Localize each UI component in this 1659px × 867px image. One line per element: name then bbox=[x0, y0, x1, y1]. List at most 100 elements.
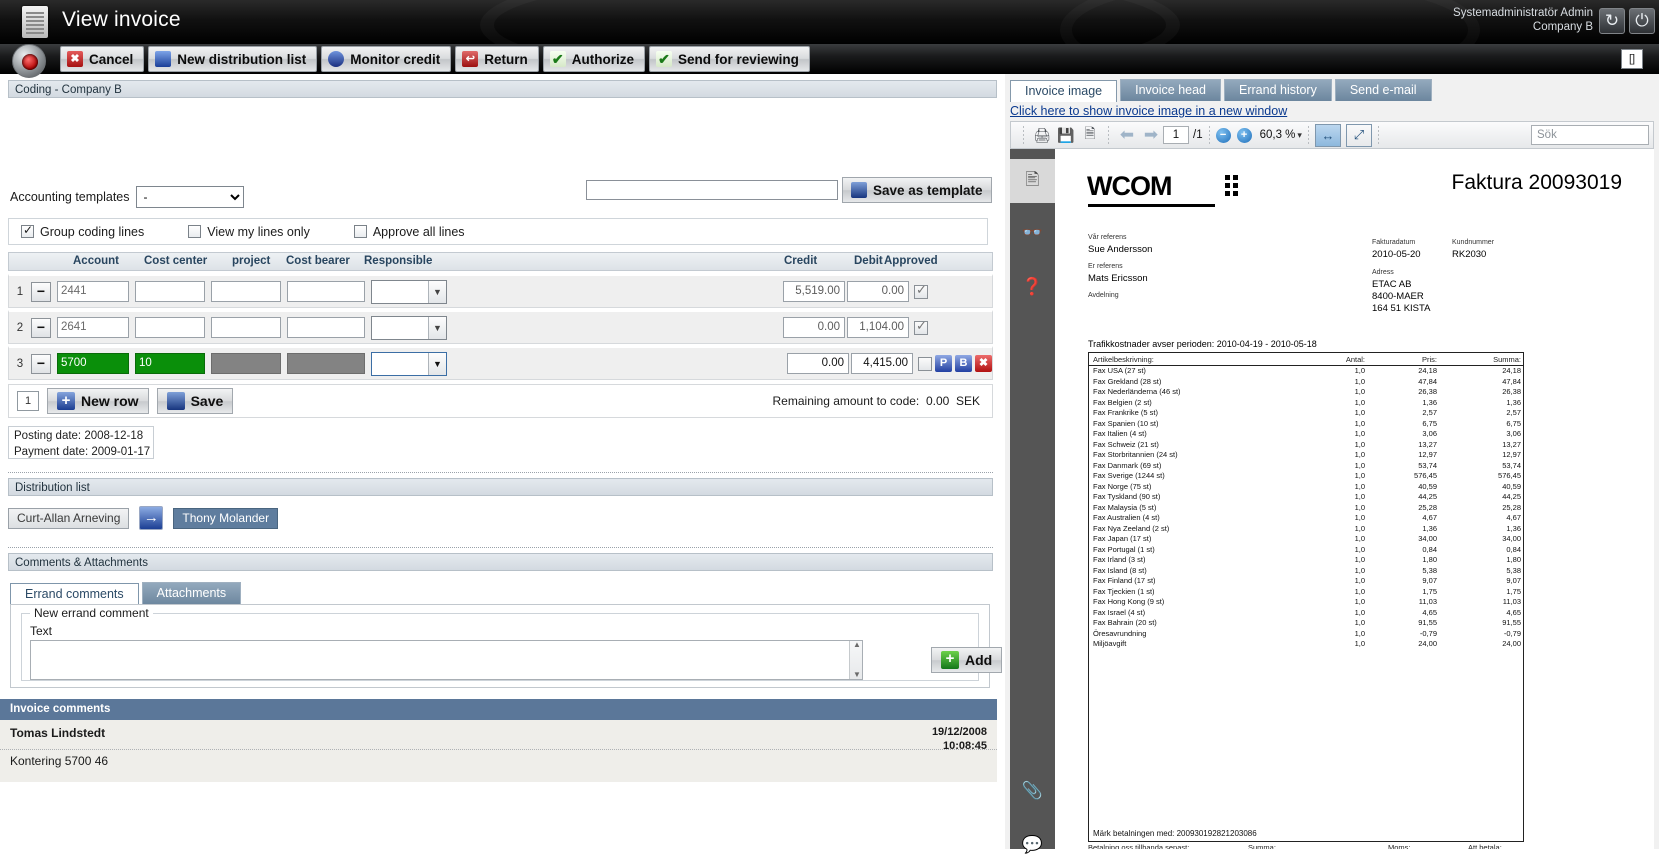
return-button[interactable]: ↩ Return bbox=[455, 46, 539, 72]
arrow-right-icon[interactable]: → bbox=[139, 506, 164, 530]
print-icon[interactable]: 🖨 bbox=[1030, 124, 1054, 146]
template-name-input[interactable] bbox=[586, 180, 838, 200]
search-input[interactable]: Sök bbox=[1531, 125, 1649, 145]
new-row-button[interactable]: + New row bbox=[47, 388, 149, 414]
viewer-tabs: Invoice image Invoice head Errand histor… bbox=[1010, 79, 1432, 102]
zoom-in-icon[interactable]: + bbox=[1236, 127, 1252, 143]
textarea-scrollbar[interactable]: ▲ ▼ bbox=[849, 640, 862, 679]
help-icon[interactable]: ❓ bbox=[1010, 265, 1055, 309]
credit-field[interactable]: 0.00 bbox=[783, 317, 845, 338]
attachment-icon[interactable]: 📎 bbox=[1010, 769, 1055, 813]
comment-text: Kontering 5700 46 bbox=[10, 754, 109, 768]
open-in-new-window-link[interactable]: Click here to show invoice image in a ne… bbox=[1010, 104, 1287, 118]
delete-row-button[interactable]: ✖ bbox=[975, 355, 992, 372]
credit-field[interactable]: 0.00 bbox=[787, 353, 849, 374]
zoom-chevron-down-icon[interactable]: ▾ bbox=[1297, 130, 1302, 141]
new-row-count-input[interactable]: 1 bbox=[17, 391, 39, 411]
comments-icon[interactable]: 💬 bbox=[1010, 823, 1055, 867]
debit-field[interactable]: 1,104.00 bbox=[847, 317, 909, 338]
post-button[interactable]: P bbox=[935, 355, 952, 372]
previous-page-icon[interactable]: ⬅ bbox=[1115, 124, 1139, 146]
page-number-input[interactable]: 1 bbox=[1163, 126, 1189, 144]
invoice-item-price: 24,18 bbox=[1418, 366, 1437, 375]
invoice-item-desc: Fax Grekland (28 st) bbox=[1093, 376, 1162, 386]
new-distribution-list-button[interactable]: New distribution list bbox=[148, 46, 318, 72]
our-reference-label: Vår referens bbox=[1088, 234, 1127, 241]
invoice-meta-left: Fakturadatum 2010-05-20 Adress ETAC AB 8… bbox=[1372, 237, 1430, 315]
invoice-item-price: 0,84 bbox=[1422, 544, 1437, 554]
responsible-select[interactable]: ▼ bbox=[371, 279, 447, 304]
approved-checkbox[interactable] bbox=[918, 356, 932, 371]
cost-center-field[interactable]: 10 bbox=[135, 353, 205, 374]
remove-row-button[interactable]: − bbox=[31, 353, 51, 374]
scroll-down-icon[interactable]: ▼ bbox=[853, 670, 861, 679]
home-orb-button[interactable] bbox=[12, 44, 46, 78]
save-button[interactable]: Save bbox=[156, 388, 234, 414]
debit-field[interactable]: 4,415.00 bbox=[851, 353, 913, 374]
invoice-item-row: Fax Hong Kong (9 st) 1,0 11,03 11,03 bbox=[1089, 597, 1523, 608]
pages-icon[interactable]: 🖹 bbox=[1010, 159, 1055, 203]
remove-row-button[interactable]: − bbox=[31, 281, 51, 302]
add-comment-button[interactable]: + Add bbox=[931, 647, 1003, 673]
cancel-button[interactable]: ✖ Cancel bbox=[60, 46, 145, 72]
invoice-item-desc: Fax Spanien (10 st) bbox=[1093, 418, 1159, 428]
cost-center-field[interactable] bbox=[135, 317, 205, 338]
tab-errand-comments[interactable]: Errand comments bbox=[10, 583, 139, 606]
invoice-item-row: Fax Tyskland (90 st) 1,0 44,25 44,25 bbox=[1089, 492, 1523, 503]
cost-bearer-field[interactable] bbox=[287, 353, 365, 374]
toolbar-overflow-box[interactable]: [] bbox=[1621, 49, 1643, 69]
scroll-up-icon[interactable]: ▲ bbox=[853, 640, 861, 649]
distribution-to-person[interactable]: Thony Molander bbox=[173, 507, 279, 529]
next-page-icon[interactable]: ➡ bbox=[1139, 124, 1163, 146]
refresh-icon[interactable]: ↻ bbox=[1599, 8, 1625, 34]
power-icon[interactable]: ⏻ bbox=[1629, 8, 1655, 34]
approved-checkbox[interactable] bbox=[914, 282, 928, 299]
tab-invoice-image[interactable]: Invoice image bbox=[1010, 80, 1118, 102]
send-for-reviewing-button[interactable]: ✔ Send for reviewing bbox=[649, 46, 810, 72]
tab-invoice-head[interactable]: Invoice head bbox=[1120, 79, 1222, 101]
approve-all-lines-checkbox[interactable]: Approve all lines bbox=[353, 225, 465, 239]
responsible-select[interactable]: ▼ bbox=[371, 351, 447, 376]
invoice-item-sum: 5,38 bbox=[1506, 565, 1521, 575]
table-row[interactable]: 1 − 2441 ▼ 5,519.00 0.00 bbox=[8, 274, 993, 308]
comment-textarea[interactable]: ▲ ▼ bbox=[30, 640, 863, 680]
authorize-button[interactable]: ✔ Authorize bbox=[542, 46, 646, 72]
fit-page-icon[interactable]: ⤢ bbox=[1345, 123, 1372, 147]
invoice-item-price: 26,38 bbox=[1418, 387, 1437, 396]
approved-checkbox[interactable] bbox=[914, 318, 928, 335]
group-coding-lines-checkbox[interactable]: Group coding lines bbox=[21, 223, 144, 239]
credit-field[interactable]: 5,519.00 bbox=[783, 281, 845, 302]
cost-bearer-field[interactable] bbox=[287, 317, 365, 338]
save-as-template-button[interactable]: Save as template bbox=[842, 177, 992, 203]
distribution-from-person[interactable]: Curt-Allan Arneving bbox=[8, 507, 130, 529]
new-comment-panel: New errand comment Text ▲ ▼ + Add bbox=[10, 604, 1003, 688]
view-my-lines-only-checkbox[interactable]: View my lines only bbox=[188, 225, 310, 239]
cost-center-field[interactable] bbox=[135, 281, 205, 302]
project-field[interactable] bbox=[211, 317, 281, 338]
thumbnails-icon[interactable]: 👓 bbox=[1010, 211, 1055, 255]
fit-width-icon[interactable]: ↔ bbox=[1314, 123, 1341, 147]
account-field[interactable]: 2441 bbox=[57, 281, 129, 302]
accounting-templates-select[interactable]: - bbox=[135, 186, 244, 208]
zoom-out-icon[interactable]: − bbox=[1215, 127, 1231, 143]
cost-bearer-field[interactable] bbox=[287, 281, 365, 302]
table-row[interactable]: 2 − 2641 ▼ 0.00 1,104.00 bbox=[8, 310, 993, 344]
invoice-item-qty: 1,0 bbox=[1354, 492, 1365, 501]
responsible-select[interactable]: ▼ bbox=[371, 315, 447, 340]
account-field[interactable]: 5700 bbox=[57, 353, 129, 374]
monitor-credit-button[interactable]: Monitor credit bbox=[321, 46, 452, 72]
tab-errand-history[interactable]: Errand history bbox=[1224, 79, 1332, 101]
account-field[interactable]: 2641 bbox=[57, 317, 129, 338]
book-button[interactable]: B bbox=[955, 355, 972, 372]
cancel-label: Cancel bbox=[89, 51, 134, 67]
period-line: Trafikkostnader avser perioden: 2010-04-… bbox=[1088, 339, 1317, 349]
tab-attachments[interactable]: Attachments bbox=[141, 582, 242, 605]
debit-field[interactable]: 0.00 bbox=[847, 281, 909, 302]
remove-row-button[interactable]: − bbox=[31, 317, 51, 338]
table-row[interactable]: 3 − 5700 10 ▼ 0.00 4,415.00 P B ✖ bbox=[8, 346, 993, 380]
project-field[interactable] bbox=[211, 281, 281, 302]
tab-send-email[interactable]: Send e-mail bbox=[1334, 79, 1432, 101]
save-disk-icon[interactable]: 💾 bbox=[1054, 124, 1078, 146]
project-field[interactable] bbox=[211, 353, 281, 374]
export-icon[interactable]: 🗎 bbox=[1078, 124, 1102, 146]
